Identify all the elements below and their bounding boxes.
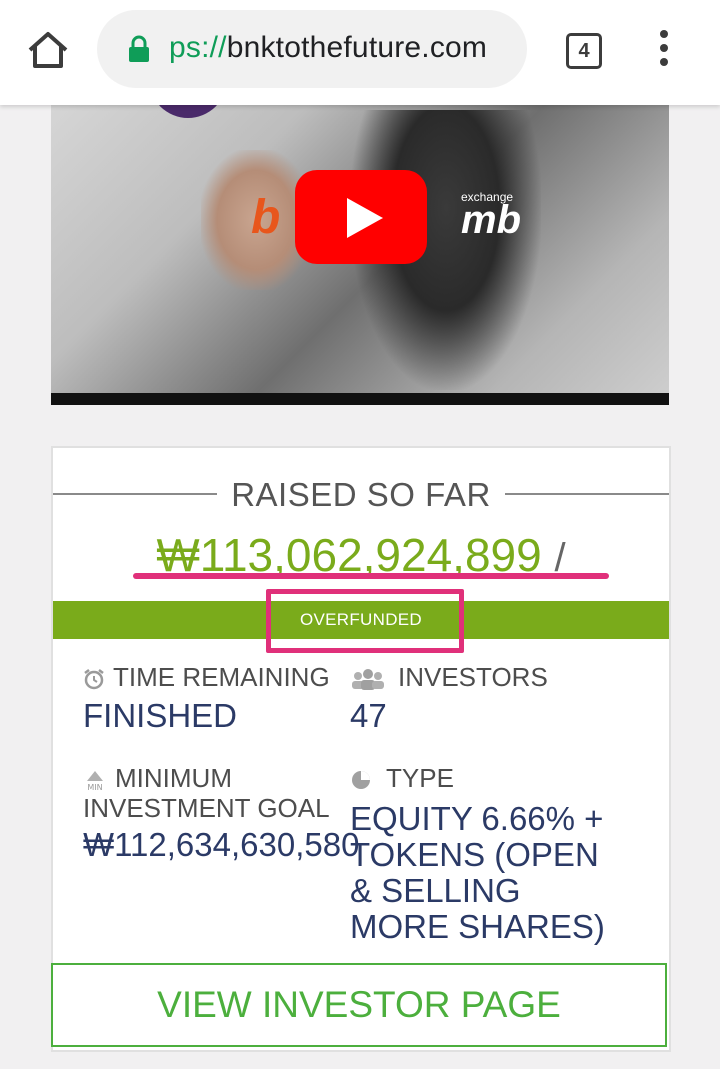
raised-label: RAISED SO FAR [53,476,669,514]
pie-chart-icon [352,771,370,790]
url-host: bnktothefuture.com [226,31,488,64]
tab-switcher-button[interactable]: 4 [566,33,602,69]
investors-label: INVESTORS [398,662,548,692]
more-vert-icon[interactable] [652,30,676,70]
people-icon [352,669,384,691]
min-goal-icon: MIN [87,771,103,791]
time-remaining-label: TIME REMAINING [113,662,330,692]
address-bar[interactable]: ps://bnktothefuture.com [97,10,527,88]
type-value-line-4: MORE SHARES) [350,908,605,945]
play-icon[interactable] [295,170,427,264]
min-goal-label-2: INVESTMENT GOAL [83,793,330,823]
type-label: TYPE [386,763,454,793]
investors-value: 47 [350,697,387,734]
browser-toolbar: ps://bnktothefuture.com 4 [0,0,720,105]
funding-card: RAISED SO FAR ₩113,062,924,899 / OVERFUN… [51,446,671,1052]
type-value-line-1: EQUITY 6.66% + [350,800,604,837]
min-goal-label-1: MINIMUM [115,763,232,793]
type-value-line-2: TOKENS (OPEN [350,836,599,873]
raised-label-text: RAISED SO FAR [217,476,505,513]
url-scheme: ps:// [169,31,227,64]
svg-text:MIN: MIN [87,783,102,791]
view-investor-page-button[interactable]: VIEW INVESTOR PAGE [51,963,667,1047]
type-value-line-3: & SELLING [350,872,521,909]
alarm-clock-icon [84,669,104,690]
min-goal-value: ₩112,634,630,580 [83,826,360,863]
stat-time-remaining: TIME REMAINING FINISHED [83,662,330,734]
video-player[interactable]: DI Bithumb BXA ... b exchange mb [51,80,669,405]
home-icon [28,32,68,68]
video-logo-left: b [251,191,281,244]
annotation-box [266,589,464,653]
time-remaining-value: FINISHED [83,697,238,734]
home-button[interactable] [26,28,70,72]
annotation-underline [133,573,609,579]
stat-investors: INVESTORS 47 [350,662,548,734]
stat-type: TYPE EQUITY 6.66% + TOKENS (OPEN & SELLI… [350,763,605,945]
url-text: ps://bnktothefuture.com [169,31,487,65]
video-logo-right: mb [461,198,521,242]
lock-icon [129,35,149,62]
stat-min-goal: MIN MINIMUM INVESTMENT GOAL ₩112,634,630… [83,763,359,863]
video-bottom-bar [51,393,669,405]
